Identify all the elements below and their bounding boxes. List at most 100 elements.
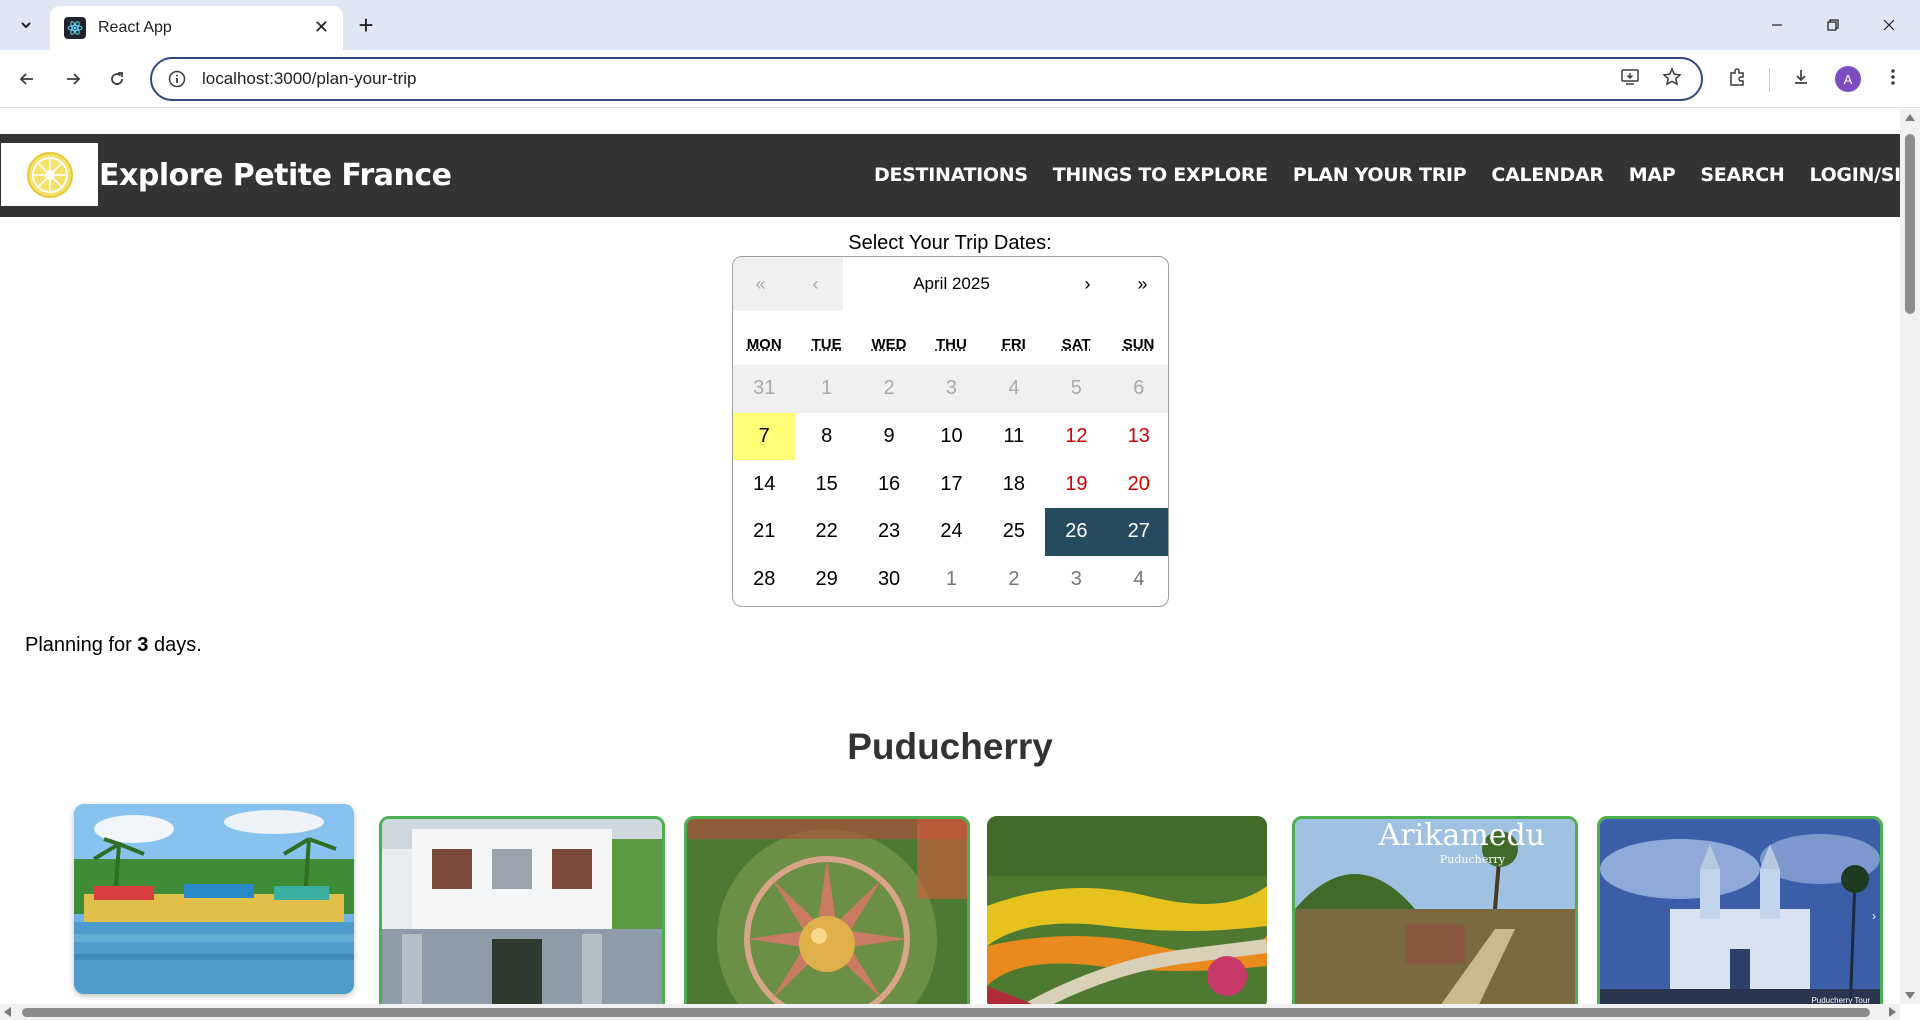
flower-garden-image — [987, 816, 1267, 1004]
weekday-header: MON — [746, 336, 782, 353]
browser-toolbar: localhost:3000/plan-your-trip A — [0, 50, 1920, 108]
calendar-day[interactable]: 9 — [858, 413, 920, 461]
install-app-icon[interactable] — [1613, 60, 1647, 94]
calendar-day[interactable]: 14 — [733, 460, 795, 508]
planning-suffix: days. — [148, 634, 202, 656]
calendar-day[interactable]: 1 — [795, 365, 858, 413]
download-icon[interactable] — [1784, 60, 1818, 94]
restore-icon[interactable] — [1813, 10, 1853, 40]
calendar-day[interactable]: 21 — [733, 508, 795, 556]
destination-card-church[interactable]: Puducherry Tour › — [1597, 816, 1883, 1004]
calendar-day[interactable]: 2 — [857, 365, 921, 413]
calendar-day[interactable]: 11 — [983, 413, 1045, 461]
site-title[interactable]: Explore Petite France — [99, 158, 452, 193]
calendar-day[interactable]: 4 — [1108, 556, 1168, 604]
backwaters-image — [74, 804, 354, 994]
arikamedu-overlay: Arikamedu Puducherry — [1295, 819, 1575, 866]
back-arrow-icon[interactable] — [11, 63, 43, 95]
scroll-up-icon[interactable] — [1905, 114, 1915, 121]
site-header: Explore Petite France DESTINATIONS THING… — [0, 134, 1900, 217]
tab-list-chevron-icon[interactable] — [10, 9, 42, 41]
bookmark-star-icon[interactable] — [1655, 60, 1689, 94]
destination-card-golden-dome[interactable] — [684, 816, 970, 1004]
calendar-day[interactable]: 29 — [795, 556, 857, 604]
nav-calendar[interactable]: CALENDAR — [1491, 164, 1604, 186]
site-info-icon[interactable] — [166, 68, 188, 90]
nav-destinations[interactable]: DESTINATIONS — [874, 164, 1028, 186]
react-logo-icon — [64, 17, 86, 39]
destination-card-heritage-house[interactable] — [379, 816, 665, 1004]
calendar-day[interactable]: 17 — [920, 460, 982, 508]
church-overlay-text: Puducherry Tour — [1811, 996, 1870, 1004]
calendar-day[interactable]: 6 — [1107, 365, 1168, 413]
minimize-icon[interactable] — [1757, 10, 1797, 40]
nav-things-to-explore[interactable]: THINGS TO EXPLORE — [1053, 164, 1268, 186]
forward-arrow-icon[interactable] — [57, 63, 89, 95]
calendar-day[interactable]: 24 — [920, 508, 982, 556]
calendar-day[interactable]: 5 — [1045, 365, 1108, 413]
calendar-day[interactable]: 7 — [733, 412, 796, 461]
church-image — [1600, 819, 1880, 1004]
calendar-day[interactable]: 16 — [858, 460, 920, 508]
extensions-icon[interactable] — [1720, 60, 1754, 94]
scroll-right-icon[interactable] — [1889, 1007, 1896, 1017]
planning-summary: Planning for 3 days. — [25, 634, 202, 657]
calendar-day[interactable]: 25 — [983, 508, 1045, 556]
calendar-day[interactable]: 18 — [983, 460, 1045, 508]
site-logo[interactable] — [1, 143, 98, 206]
address-bar[interactable]: localhost:3000/plan-your-trip — [150, 57, 1703, 101]
calendar-day[interactable]: 1 — [920, 556, 982, 604]
next-month-button[interactable]: › — [1060, 257, 1115, 311]
calendar-day[interactable]: 20 — [1108, 460, 1168, 508]
vertical-scrollbar[interactable] — [1900, 109, 1920, 1004]
calendar-day[interactable]: 2 — [983, 556, 1045, 604]
calendar-navigation: « ‹ April 2025 › » — [733, 257, 1168, 311]
calendar-day[interactable]: 23 — [858, 508, 920, 556]
tab-close-icon[interactable]: ✕ — [314, 17, 329, 38]
vertical-scroll-thumb[interactable] — [1905, 134, 1915, 314]
profile-avatar[interactable]: A — [1835, 66, 1861, 92]
reload-icon[interactable] — [101, 63, 133, 95]
calendar-day[interactable]: 3 — [1045, 556, 1107, 604]
calendar-month-label[interactable]: April 2025 — [843, 257, 1060, 311]
nav-plan-your-trip[interactable]: PLAN YOUR TRIP — [1293, 164, 1467, 186]
dharma-wheel-icon — [26, 151, 73, 198]
weekday-header: THU — [935, 336, 967, 353]
calendar-day[interactable]: 10 — [920, 413, 982, 461]
calendar-day[interactable]: 12 — [1045, 413, 1107, 461]
calendar-day[interactable]: 31 — [733, 365, 796, 413]
close-window-icon[interactable] — [1869, 10, 1909, 40]
url-text: localhost:3000/plan-your-trip — [202, 69, 417, 88]
nav-search[interactable]: SEARCH — [1700, 164, 1784, 186]
nav-map[interactable]: MAP — [1629, 164, 1676, 186]
calendar-day[interactable]: 28 — [733, 556, 795, 604]
calendar-day[interactable]: 30 — [858, 556, 920, 604]
browser-tab[interactable]: React App ✕ — [50, 6, 343, 50]
calendar-day[interactable]: 27 — [1107, 508, 1168, 556]
calendar-day[interactable]: 19 — [1045, 460, 1107, 508]
calendar-day[interactable]: 22 — [795, 508, 857, 556]
calendar-day[interactable]: 3 — [920, 365, 983, 413]
destination-card-flower-garden[interactable] — [987, 816, 1267, 1004]
calendar-days-grid: 31 1 2 3 4 5 6 7 8 9 10 11 12 13 14 15 16 17 18 19 20 21 22 23 2… — [733, 365, 1168, 604]
calendar-day[interactable]: 15 — [795, 460, 857, 508]
horizontal-scroll-thumb[interactable] — [22, 1008, 1870, 1017]
carousel-next-icon[interactable]: › — [1872, 909, 1876, 923]
destination-card-arikamedu[interactable]: Arikamedu Puducherry — [1292, 816, 1578, 1004]
browser-tabstrip: React App ✕ + — [0, 0, 1920, 50]
next-year-button[interactable]: » — [1115, 257, 1168, 311]
calendar-day[interactable]: 4 — [982, 365, 1046, 413]
horizontal-scrollbar[interactable] — [0, 1004, 1900, 1020]
destination-card-backwaters[interactable] — [74, 804, 354, 994]
calendar-day[interactable]: 26 — [1045, 508, 1108, 556]
calendar-day[interactable]: 8 — [795, 413, 857, 461]
nav-login-signup[interactable]: LOGIN/SIGN UP — [1809, 164, 1900, 186]
new-tab-icon[interactable]: + — [350, 9, 382, 41]
browser-menu-icon[interactable] — [1876, 60, 1910, 94]
calendar-day[interactable]: 13 — [1108, 413, 1168, 461]
scroll-down-icon[interactable] — [1905, 992, 1915, 999]
weekday-header: TUE — [811, 336, 842, 353]
prev-month-button[interactable]: ‹ — [788, 257, 843, 311]
scroll-left-icon[interactable] — [4, 1007, 11, 1017]
prev-year-button[interactable]: « — [733, 257, 788, 311]
